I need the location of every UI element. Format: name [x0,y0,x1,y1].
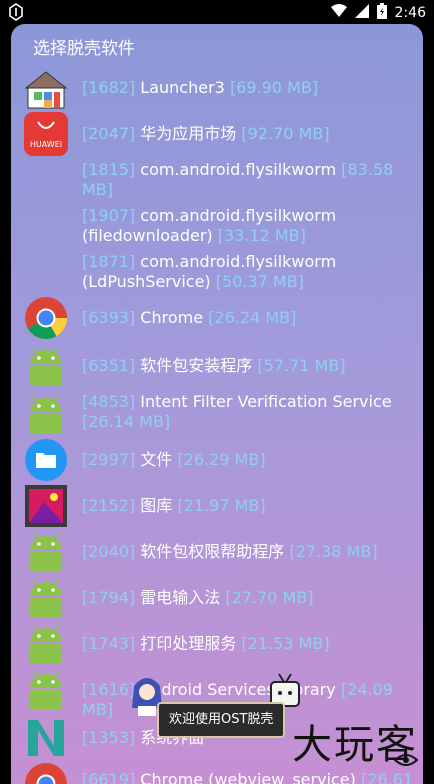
android-icon [24,668,68,712]
battery-icon [377,3,387,23]
list-item[interactable]: HUAWEI [2047] 华为应用市场 [92.70 MB] [11,110,423,158]
memory-size: [27.70 MB] [225,588,313,607]
process-name: Launcher3 [140,78,225,97]
process-id: [1616] [82,680,135,699]
process-id: [1815] [82,160,135,179]
memory-size: [21.97 MB] [177,496,265,515]
process-id: [6619] [82,770,135,784]
process-id: [1907] [82,206,135,225]
chrome-icon [24,296,68,340]
list-item[interactable]: [1682] Launcher3 [69.90 MB] [11,68,423,112]
nexus-icon [24,716,68,760]
list-item[interactable]: [1871] com.android.flysilkworm (LdPushSe… [11,252,423,296]
process-id: [2040] [82,542,135,561]
process-id: [1794] [82,588,135,607]
process-id: [1871] [82,252,135,271]
app-picker-dialog: 选择脱壳软件 [1682] Launcher3 [69.90 MB] [11,24,423,784]
process-id: [6393] [82,308,135,327]
memory-size: [33.12 MB] [218,226,306,245]
process-id: [2152] [82,496,135,515]
process-name: 图库 [140,496,172,515]
process-id: [1743] [82,634,135,653]
list-item[interactable]: [6393] Chrome [26.24 MB] [11,296,423,342]
home-icon [24,68,68,112]
list-item[interactable]: [1815] com.android.flysilkworm [83.58 MB… [11,160,423,204]
toast-message: 欢迎使用OST脱壳 [157,702,285,738]
memory-size: [92.70 MB] [241,124,329,143]
list-item[interactable]: [4853] Intent Filter Verification Servic… [11,390,423,436]
process-name: 雷电输入法 [140,588,220,607]
memory-size: [69.90 MB] [230,78,318,97]
android-icon [24,392,68,436]
android-icon [24,344,68,388]
process-name: 打印处理服务 [140,634,236,653]
list-item[interactable]: [1907] com.android.flysilkworm (filedown… [11,206,423,250]
signal-icon [355,4,369,22]
status-bar: 2:46 [0,0,434,24]
dialog-title: 选择脱壳软件 [33,34,135,59]
android-icon [24,576,68,620]
memory-size: [26.24 MB] [208,308,296,327]
wifi-icon [331,4,347,22]
clock: 2:46 [395,5,426,21]
memory-size: [27.38 MB] [289,542,377,561]
process-name: Chrome (webview_service) [140,770,356,784]
android-icon [24,530,68,574]
list-item[interactable]: [6351] 软件包安装程序 [57.71 MB] [11,344,423,388]
process-name: Android Services Library [140,680,335,699]
notification-icon [8,3,24,25]
process-id: [6351] [82,356,135,375]
process-id: [2997] [82,450,135,469]
memory-size: [26.14 MB] [82,412,170,431]
huawei-appgallery-icon: HUAWEI [24,112,68,156]
eye-icon [394,752,418,772]
memory-size: [26.29 MB] [177,450,265,469]
process-id: [2047] [82,124,135,143]
process-name: com.android.flysilkworm [140,160,336,179]
chrome-icon [24,762,68,784]
process-name: 华为应用市场 [140,124,236,143]
android-icon [24,622,68,666]
list-item[interactable]: [1743] 打印处理服务 [21.53 MB] [11,620,423,666]
process-name: 文件 [140,450,172,469]
huawei-logo-text: HUAWEI [24,140,68,149]
process-id: [1353] [82,728,135,747]
memory-size: [26.61 [361,770,413,784]
process-name: Chrome [140,308,203,327]
list-item[interactable]: [2040] 软件包权限帮助程序 [27.38 MB] [11,528,423,574]
memory-size: [50.37 MB] [216,272,304,291]
list-item[interactable]: [2152] 图库 [21.97 MB] [11,482,423,528]
gallery-icon [24,484,68,528]
memory-size: [57.71 MB] [257,356,345,375]
process-name: 软件包安装程序 [140,356,252,375]
memory-size: [21.53 MB] [241,634,329,653]
list-item[interactable]: [1794] 雷电输入法 [27.70 MB] [11,574,423,620]
process-name: 软件包权限帮助程序 [140,542,284,561]
process-id: [4853] [82,392,135,411]
files-icon [24,438,68,482]
list-item[interactable]: [2997] 文件 [26.29 MB] [11,436,423,482]
process-id: [1682] [82,78,135,97]
process-name: Intent Filter Verification Service [140,392,391,411]
